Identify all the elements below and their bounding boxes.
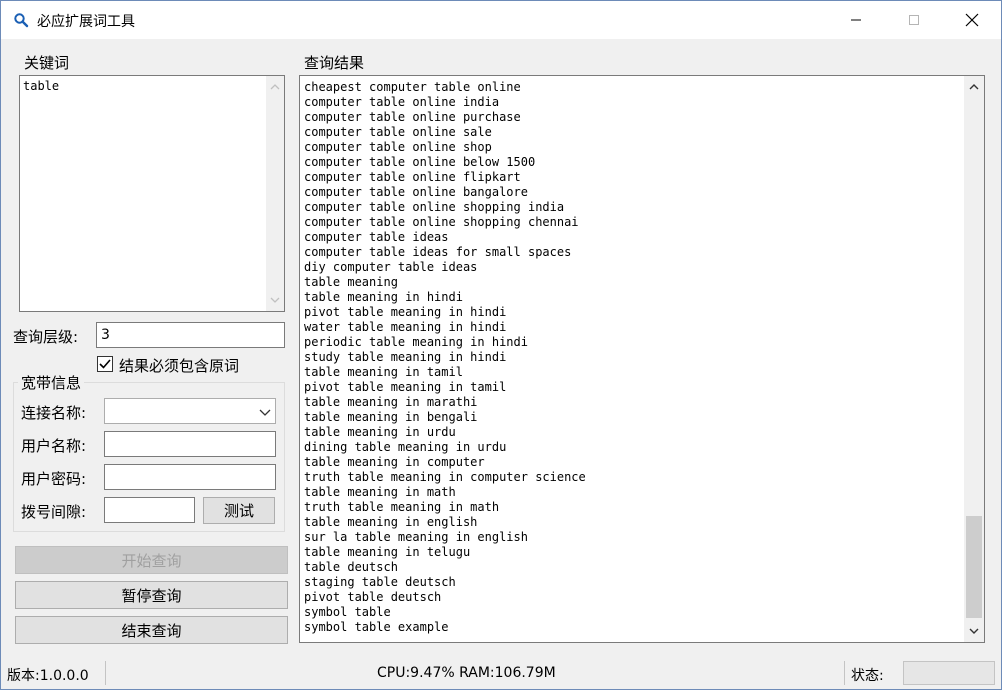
keywords-textarea[interactable]: table	[19, 75, 285, 312]
broadband-group-label: 宽带信息	[18, 372, 85, 393]
results-scrollbar[interactable]	[964, 76, 984, 642]
scroll-up-icon[interactable]	[969, 82, 979, 92]
app-window: 必应扩展词工具 关键词 table 查询层级: 3 结果必须包含原词 宽带信息 …	[0, 0, 1002, 690]
result-item[interactable]: computer table online bangalore	[304, 185, 954, 200]
title-bar[interactable]: 必应扩展词工具	[1, 1, 1001, 39]
result-item[interactable]: computer table ideas for small spaces	[304, 245, 954, 260]
result-item[interactable]: water table meaning in hindi	[304, 320, 954, 335]
username-input[interactable]	[104, 431, 276, 457]
result-item[interactable]: computer table online below 1500	[304, 155, 954, 170]
maximize-button[interactable]	[885, 1, 943, 39]
connection-name-label: 连接名称:	[21, 404, 87, 422]
scroll-down-icon	[270, 297, 280, 303]
result-item[interactable]: computer table online shop	[304, 140, 954, 155]
result-item[interactable]: table meaning in math	[304, 485, 954, 500]
result-item[interactable]: computer table online purchase	[304, 110, 954, 125]
state-label: 状态:	[851, 668, 884, 684]
result-item[interactable]: table meaning in urdu	[304, 425, 954, 440]
result-item[interactable]: study table meaning in hindi	[304, 350, 954, 365]
result-item[interactable]: truth table meaning in math	[304, 500, 954, 515]
scrollbar-thumb[interactable]	[966, 516, 982, 618]
state-value-box	[903, 661, 995, 685]
result-item[interactable]: table meaning in english	[304, 515, 954, 530]
status-bar: 版本:1.0.0.0 CPU:9.47% RAM:106.79M 状态:	[1, 657, 1001, 689]
result-item[interactable]: staging table deutsch	[304, 575, 954, 590]
result-item[interactable]: table meaning in telugu	[304, 545, 954, 560]
result-item[interactable]: computer table ideas	[304, 230, 954, 245]
keywords-scrollbar[interactable]	[266, 76, 284, 311]
dial-interval-input[interactable]	[104, 497, 195, 523]
version-text: 版本:1.0.0.0	[7, 668, 89, 684]
result-item[interactable]: cheapest computer table online	[304, 80, 954, 95]
dial-interval-label: 拨号间隙:	[21, 503, 87, 521]
result-item[interactable]: periodic table meaning in hindi	[304, 335, 954, 350]
result-item[interactable]: table deutsch	[304, 560, 954, 575]
result-item[interactable]: computer table online india	[304, 95, 954, 110]
scroll-up-icon	[270, 84, 280, 90]
stop-query-button[interactable]: 结束查询	[15, 616, 288, 644]
results-group-label: 查询结果	[301, 52, 368, 73]
search-icon	[13, 12, 29, 28]
result-item[interactable]: table meaning in marathi	[304, 395, 954, 410]
maximize-icon	[909, 15, 919, 25]
result-item[interactable]: symbol table	[304, 605, 954, 620]
result-item[interactable]: diy computer table ideas	[304, 260, 954, 275]
result-item[interactable]: sur la table meaning in english	[304, 530, 954, 545]
results-listbox[interactable]: cheapest computer table online computer t…	[299, 75, 985, 643]
status-divider	[844, 661, 845, 685]
pause-query-button[interactable]: 暂停查询	[15, 581, 288, 609]
query-level-label: 查询层级:	[13, 328, 79, 346]
test-button[interactable]: 测试	[203, 497, 275, 524]
result-item[interactable]: symbol table example	[304, 620, 954, 635]
checkmark-icon	[99, 359, 111, 369]
result-item[interactable]: dining table meaning in urdu	[304, 440, 954, 455]
close-button[interactable]	[943, 1, 1001, 39]
result-item[interactable]: table meaning in tamil	[304, 365, 954, 380]
result-item[interactable]: pivot table meaning in tamil	[304, 380, 954, 395]
connection-name-select[interactable]	[104, 398, 276, 424]
result-item[interactable]: table meaning	[304, 275, 954, 290]
resource-usage-text: CPU:9.47% RAM:106.79M	[377, 665, 556, 681]
result-item[interactable]: computer table online shopping chennai	[304, 215, 954, 230]
result-item[interactable]: computer table online sale	[304, 125, 954, 140]
result-item[interactable]: computer table online flipkart	[304, 170, 954, 185]
result-item[interactable]: table meaning in computer	[304, 455, 954, 470]
password-input[interactable]	[104, 464, 276, 490]
password-label: 用户密码:	[21, 470, 87, 488]
close-icon	[965, 13, 979, 27]
must-contain-checkbox[interactable]	[97, 356, 113, 372]
result-item[interactable]: table meaning in hindi	[304, 290, 954, 305]
scroll-down-icon[interactable]	[969, 626, 979, 636]
result-item[interactable]: pivot table meaning in hindi	[304, 305, 954, 320]
result-item[interactable]: computer table online shopping india	[304, 200, 954, 215]
chevron-down-icon	[259, 409, 271, 416]
start-query-button[interactable]: 开始查询	[15, 546, 288, 574]
status-divider	[105, 661, 106, 685]
result-item[interactable]: pivot table deutsch	[304, 590, 954, 605]
must-contain-label[interactable]: 结果必须包含原词	[119, 355, 239, 376]
window-title: 必应扩展词工具	[37, 14, 135, 30]
minimize-button[interactable]	[827, 1, 885, 39]
result-item[interactable]: truth table meaning in computer science	[304, 470, 954, 485]
result-item[interactable]: table meaning in bengali	[304, 410, 954, 425]
query-level-input[interactable]: 3	[96, 322, 285, 348]
minimize-icon	[851, 19, 861, 21]
results-list: cheapest computer table online computer t…	[304, 80, 954, 635]
keywords-group-label: 关键词	[21, 52, 73, 73]
username-label: 用户名称:	[21, 437, 87, 455]
keywords-text: table	[23, 79, 60, 93]
